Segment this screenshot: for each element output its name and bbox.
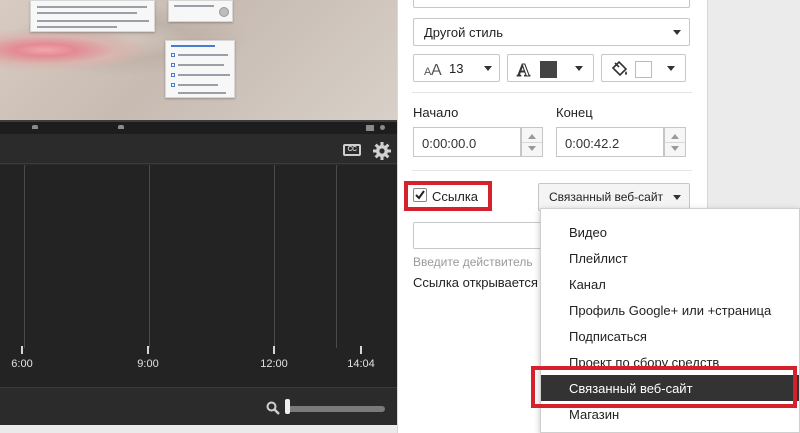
tick-mark — [147, 346, 149, 354]
style-select-value: Другой стиль — [424, 25, 504, 40]
end-label: Конец — [556, 105, 593, 120]
link-opens-text: Ссылка открывается — [413, 275, 538, 290]
start-time-stepper[interactable] — [521, 127, 543, 157]
annotation-text-input[interactable] — [413, 0, 690, 8]
start-label: Начало — [413, 105, 459, 120]
end-time-stepper[interactable] — [664, 127, 686, 157]
menu-item-playlist[interactable]: Плейлист — [541, 245, 799, 271]
text-color-select[interactable]: A — [507, 54, 594, 82]
svg-text:A: A — [517, 60, 530, 78]
volume-icon[interactable] — [366, 125, 374, 131]
font-size-value: 13 — [449, 61, 464, 76]
tick-mark — [21, 346, 23, 354]
annotation-card-1[interactable] — [30, 0, 155, 32]
marker-icon — [118, 125, 124, 129]
chevron-down-icon — [673, 195, 681, 200]
background-color-select[interactable] — [601, 54, 686, 82]
fill-color-swatch — [635, 61, 652, 78]
tick-label: 9:00 — [137, 358, 159, 370]
arrow-down-icon[interactable] — [528, 146, 536, 151]
arrow-up-icon[interactable] — [671, 134, 679, 139]
time-scale: 6:00 9:00 12:00 14:04 — [0, 346, 397, 388]
annotation-card-2[interactable] — [168, 0, 233, 22]
divider — [412, 92, 692, 93]
menu-item-video[interactable]: Видео — [541, 219, 799, 245]
link-type-value: Связанный веб-сайт — [549, 190, 664, 204]
arrow-up-icon[interactable] — [528, 134, 536, 139]
video-preview[interactable] — [0, 0, 397, 120]
chevron-down-icon — [673, 30, 681, 35]
style-select[interactable]: Другой стиль — [413, 18, 690, 46]
fill-bucket-icon — [611, 60, 628, 77]
tick-mark — [273, 346, 275, 354]
grid-line — [336, 165, 337, 348]
font-size-icon: A A — [424, 62, 442, 77]
highlight-frame — [531, 366, 797, 408]
fullscreen-icon[interactable] — [380, 125, 385, 130]
menu-item-channel[interactable]: Канал — [541, 271, 799, 297]
timeline-toolbar: CC — [0, 134, 397, 164]
tick-mark — [360, 346, 362, 354]
text-color-swatch — [540, 61, 557, 78]
link-type-select[interactable]: Связанный веб-сайт — [538, 183, 690, 211]
stepper-divider — [522, 142, 542, 143]
annotation-timeline: CC 6:00 9:00 12:00 14:04 — [0, 134, 397, 425]
marker-icon — [32, 125, 38, 129]
svg-text:A: A — [431, 62, 442, 77]
zoom-slider-handle[interactable] — [285, 399, 290, 414]
end-time-input[interactable]: 0:00:42.2 — [556, 127, 664, 157]
page-gap — [0, 425, 397, 433]
grid-line — [274, 165, 275, 348]
close-icon[interactable] — [219, 7, 229, 17]
chevron-down-icon — [667, 66, 675, 71]
grid-line — [24, 165, 25, 348]
annotation-card-3[interactable] — [165, 40, 235, 98]
url-helper-text: Введите действитель — [413, 255, 533, 269]
highlight-frame — [404, 181, 492, 211]
menu-item-google-plus[interactable]: Профиль Google+ или +страница — [541, 297, 799, 323]
magnifier-icon — [266, 401, 280, 415]
zoom-slider[interactable] — [285, 406, 385, 412]
cc-icon[interactable]: CC — [343, 144, 361, 156]
grid-line — [149, 165, 150, 348]
video-progress-bar[interactable] — [0, 120, 397, 134]
chevron-down-icon — [575, 66, 583, 71]
tick-label: 14:04 — [347, 358, 375, 370]
gear-icon[interactable] — [372, 141, 392, 161]
start-time-input[interactable]: 0:00:00.0 — [413, 127, 521, 157]
divider — [412, 170, 692, 171]
stepper-divider — [665, 142, 685, 143]
chevron-down-icon — [484, 66, 492, 71]
font-color-icon: A — [516, 60, 530, 78]
font-size-select[interactable]: A A 13 — [413, 54, 500, 82]
timeline-zoom-bar — [0, 387, 397, 425]
timeline-track[interactable]: 6:00 9:00 12:00 14:04 — [0, 165, 397, 387]
tick-label: 12:00 — [260, 358, 288, 370]
menu-item-subscribe[interactable]: Подписаться — [541, 323, 799, 349]
tick-label: 6:00 — [11, 358, 33, 370]
arrow-down-icon[interactable] — [671, 146, 679, 151]
